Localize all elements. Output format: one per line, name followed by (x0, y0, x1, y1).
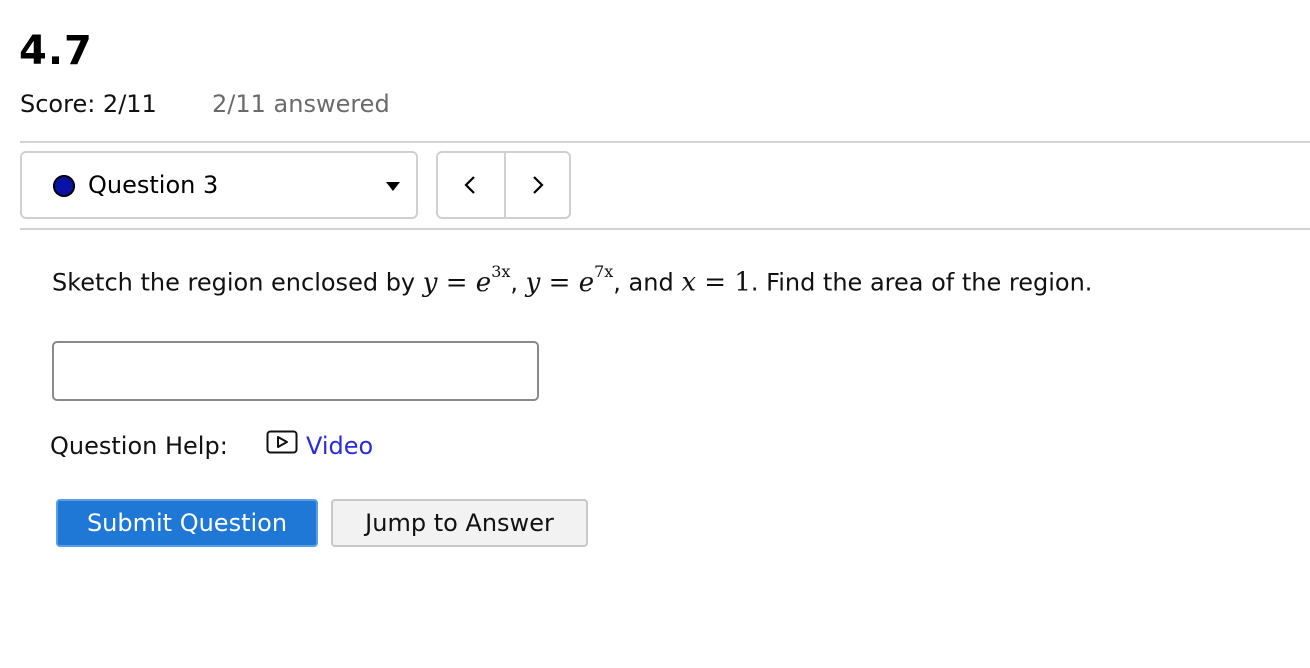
equation-3: x = 1 (681, 268, 751, 298)
question-select[interactable]: Question 3 (20, 151, 418, 219)
chevron-left-icon (464, 176, 475, 194)
eq2-lhs: y (525, 267, 541, 298)
question-help-label: Question Help: (50, 432, 228, 460)
eq3-rhs: 1 (734, 267, 751, 298)
eq1-op: = (437, 267, 476, 298)
question-text: Sketch the region enclosed by y = e3x, y… (52, 262, 1093, 298)
question-status-dot (53, 175, 75, 197)
next-question-button[interactable] (506, 153, 572, 217)
eq2-exponent: 7x (594, 262, 614, 281)
submit-question-button[interactable]: Submit Question (56, 499, 318, 547)
assignment-title: 4.7 (19, 28, 93, 74)
divider-top (20, 141, 1310, 143)
question-select-label: Question 3 (88, 171, 219, 199)
video-play-icon (266, 430, 298, 460)
eq2-op: = (540, 267, 579, 298)
jump-to-answer-button[interactable]: Jump to Answer (331, 499, 588, 547)
divider-bottom (20, 228, 1310, 230)
eq1-exponent: 3x (491, 262, 511, 281)
score-text: Score: 2/11 (20, 90, 157, 118)
eq3-op: = (696, 267, 735, 298)
page: 4.7 Score: 2/11 2/11 answered Question 3… (0, 0, 1310, 668)
equation-2: y = e7x (525, 262, 614, 298)
chevron-right-icon (533, 176, 544, 194)
eq1-base: e (475, 267, 492, 298)
question-text-before: Sketch the region enclosed by (52, 268, 423, 297)
separator-2: , and (613, 268, 682, 297)
caret-down-icon (386, 182, 400, 191)
question-pager (436, 151, 571, 219)
question-text-after: . Find the area of the region. (750, 268, 1093, 297)
equation-1: y = e3x (422, 262, 511, 298)
previous-question-button[interactable] (438, 153, 506, 217)
eq2-base: e (578, 267, 595, 298)
eq1-lhs: y (422, 267, 438, 298)
video-link-label: Video (306, 432, 374, 460)
answer-input[interactable] (52, 341, 539, 401)
video-help-link[interactable]: Video (266, 430, 374, 462)
answered-count: 2/11 answered (212, 90, 390, 118)
eq3-lhs: x (681, 267, 696, 298)
separator-1: , (510, 268, 526, 297)
